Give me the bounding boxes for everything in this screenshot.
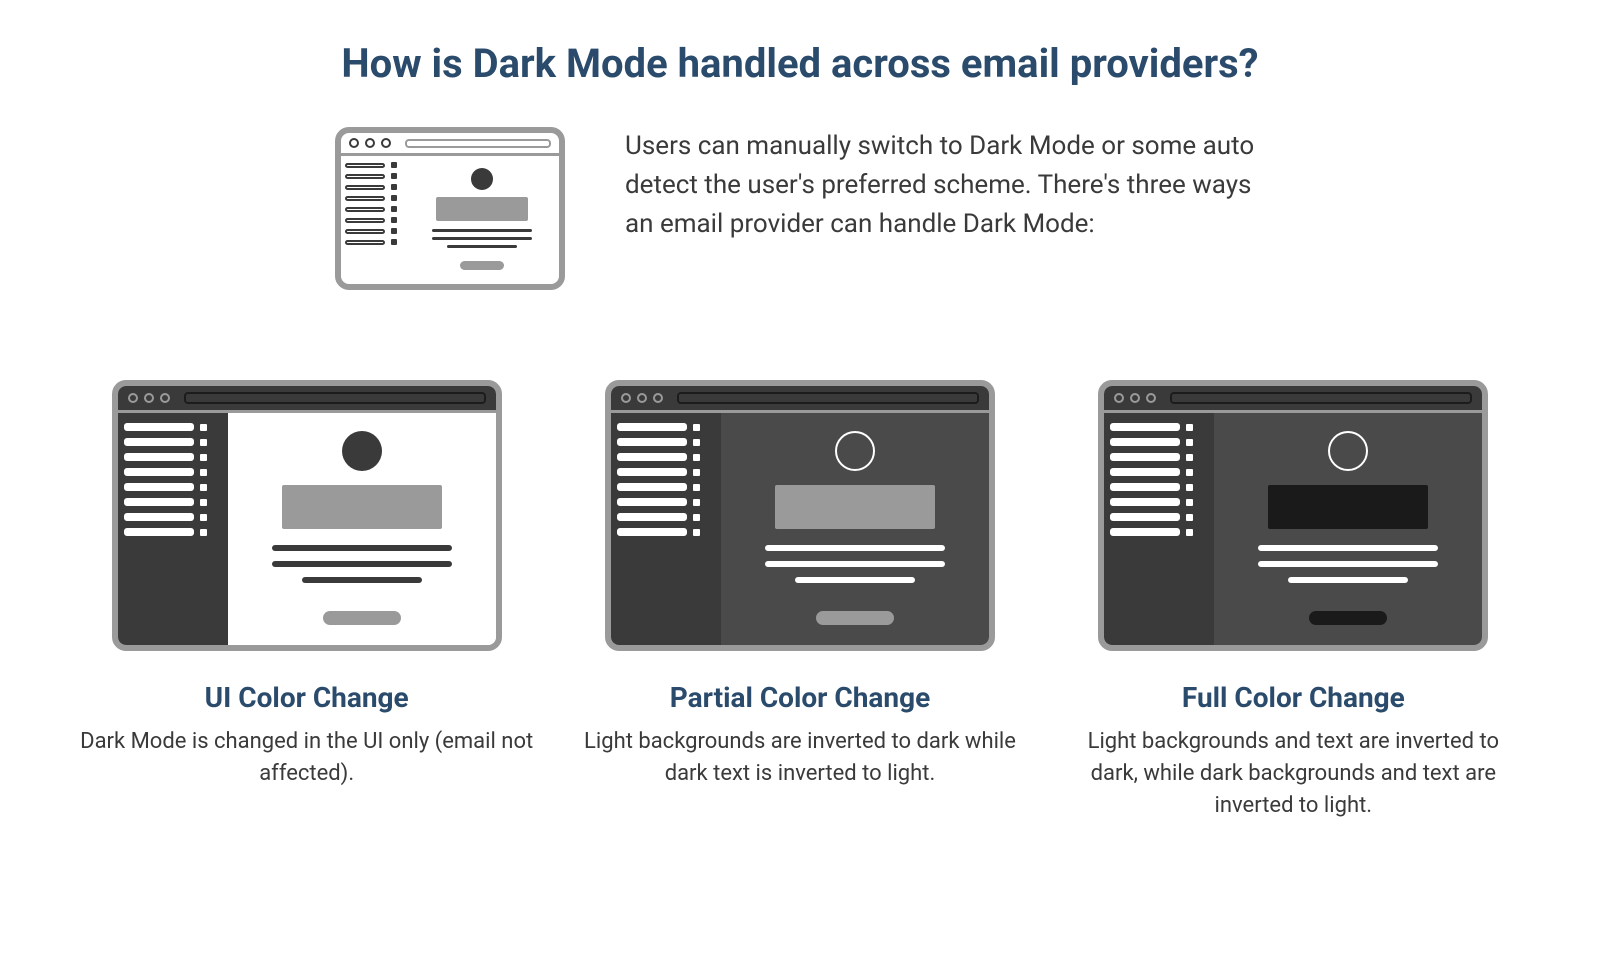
mock-sidebar xyxy=(1104,413,1214,645)
text-line-icon xyxy=(1258,561,1438,567)
card-ui-color-change: UI Color Change Dark Mode is changed in … xyxy=(80,380,533,822)
text-line-icon xyxy=(447,245,517,248)
mock-email-content-light xyxy=(228,413,496,645)
hero-block-icon xyxy=(775,485,935,529)
window-controls-icon xyxy=(1114,393,1156,403)
card-title: UI Color Change xyxy=(205,681,409,714)
window-controls-icon xyxy=(349,138,391,148)
hero-block-icon xyxy=(1268,485,1428,529)
button-pill-icon xyxy=(460,261,504,270)
url-bar-icon xyxy=(677,392,979,404)
button-pill-icon xyxy=(816,611,894,625)
mock-window-header xyxy=(1104,386,1482,413)
email-client-mock-full-dark-icon xyxy=(1098,380,1488,651)
window-controls-icon xyxy=(621,393,663,403)
card-title: Partial Color Change xyxy=(670,681,930,714)
hero-block-icon xyxy=(436,197,528,221)
url-bar-icon xyxy=(184,392,486,404)
mock-sidebar xyxy=(611,413,721,645)
text-line-icon xyxy=(1288,577,1408,583)
avatar-icon xyxy=(471,168,493,190)
button-pill-icon xyxy=(1309,611,1387,625)
card-full-color-change: Full Color Change Light backgrounds and … xyxy=(1067,380,1520,822)
card-desc: Light backgrounds and text are inverted … xyxy=(1067,726,1520,822)
mock-email-content-dark xyxy=(721,413,989,645)
avatar-outline-icon xyxy=(1328,431,1368,471)
mock-window-header xyxy=(611,386,989,413)
url-bar-icon xyxy=(405,139,551,148)
text-line-icon xyxy=(432,229,532,232)
email-client-mock-ui-dark-icon xyxy=(112,380,502,651)
text-line-icon xyxy=(765,545,945,551)
avatar-icon xyxy=(342,431,382,471)
page-title: How is Dark Mode handled across email pr… xyxy=(50,40,1550,87)
text-line-icon xyxy=(272,561,452,567)
mock-sidebar xyxy=(118,413,228,645)
intro-row: Users can manually switch to Dark Mode o… xyxy=(50,127,1550,290)
text-line-icon xyxy=(302,577,422,583)
button-pill-icon xyxy=(323,611,401,625)
mock-email-content-fulldark xyxy=(1214,413,1482,645)
url-bar-icon xyxy=(1170,392,1472,404)
mock-email-content xyxy=(405,156,559,284)
text-line-icon xyxy=(432,237,532,240)
cards-row: UI Color Change Dark Mode is changed in … xyxy=(50,380,1550,822)
mock-window-header xyxy=(341,133,559,156)
email-client-mock-partial-dark-icon xyxy=(605,380,995,651)
intro-text: Users can manually switch to Dark Mode o… xyxy=(625,127,1265,244)
card-desc: Dark Mode is changed in the UI only (ema… xyxy=(80,726,533,790)
card-partial-color-change: Partial Color Change Light backgrounds a… xyxy=(573,380,1026,822)
avatar-outline-icon xyxy=(835,431,875,471)
window-controls-icon xyxy=(128,393,170,403)
card-title: Full Color Change xyxy=(1182,681,1405,714)
hero-block-icon xyxy=(282,485,442,529)
text-line-icon xyxy=(795,577,915,583)
card-desc: Light backgrounds are inverted to dark w… xyxy=(573,726,1026,790)
text-line-icon xyxy=(272,545,452,551)
mock-sidebar xyxy=(341,156,405,284)
text-line-icon xyxy=(765,561,945,567)
intro-email-client-mock-icon xyxy=(335,127,565,290)
mock-window-header xyxy=(118,386,496,413)
text-line-icon xyxy=(1258,545,1438,551)
